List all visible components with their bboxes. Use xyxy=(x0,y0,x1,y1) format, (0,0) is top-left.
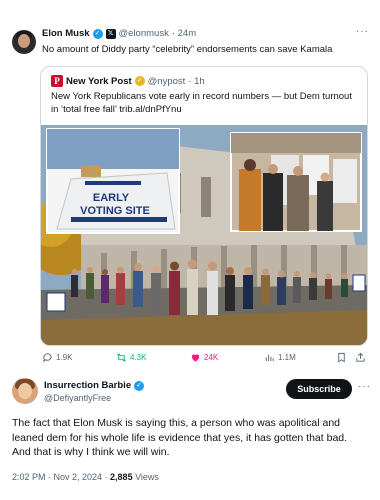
reply-author: Insurrection Barbie ✓ xyxy=(44,380,145,391)
quoted-author-handle: @nypost xyxy=(147,75,186,87)
bookmark-icon xyxy=(338,352,345,363)
reply-views-label: Views xyxy=(132,472,159,482)
tweet-card: Elon Musk ✓ 𝕏 @elonmusk · 24m ··· No amo… xyxy=(0,0,380,500)
reply-author-name[interactable]: Insurrection Barbie xyxy=(44,380,131,391)
reply-text: The fact that Elon Musk is saying this, … xyxy=(12,417,348,458)
share-icon xyxy=(356,352,365,362)
subscribe-button[interactable]: Subscribe xyxy=(286,379,352,399)
verified-icon: ✓ xyxy=(92,28,103,39)
more-icon[interactable]: ··· xyxy=(356,26,369,37)
quoted-tweet[interactable]: P New York Post ✓ @nypost · 1h New York … xyxy=(40,66,368,346)
like-icon xyxy=(191,354,200,362)
early-voting-photo: EARLY VOTING SITE xyxy=(41,125,367,345)
quoted-tweet-time: · 1h xyxy=(188,75,205,87)
quoted-tweet-photo[interactable]: EARLY VOTING SITE xyxy=(41,125,367,345)
sign-line-2: VOTING SITE xyxy=(80,205,150,217)
elon-avatar[interactable] xyxy=(12,30,36,54)
reply-button[interactable]: 1.9K xyxy=(42,352,72,363)
tweet-time[interactable]: · 24m xyxy=(172,28,196,39)
verified-icon: ✓ xyxy=(134,380,145,391)
reply-count: 1.9K xyxy=(56,353,73,362)
quoted-author-name[interactable]: New York Post xyxy=(66,76,132,87)
reply-icon xyxy=(43,353,52,363)
reply-views-count: 2,885 xyxy=(110,472,133,482)
reply-meta: 2:02 PM · Nov 2, 2024 · 2,885 Views xyxy=(12,472,159,482)
reply-author-handle[interactable]: @DefiyantlyFree xyxy=(44,393,111,403)
views-count: 1.1M xyxy=(278,353,296,362)
quoted-tweet-header: P New York Post ✓ @nypost · 1h xyxy=(51,75,205,87)
nypost-logo: P xyxy=(51,75,63,87)
repost-count: 4.3K xyxy=(130,353,147,362)
like-button[interactable]: 24K xyxy=(190,352,218,363)
action-bar: 1.9K 4.3K 24K 1.1M xyxy=(40,352,368,368)
quoted-tweet-text: New York Republicans vote early in recor… xyxy=(51,91,352,115)
like-count: 24K xyxy=(204,353,219,362)
views-icon xyxy=(265,354,274,362)
top-tweet-text: No amount of Diddy party “celebrity” end… xyxy=(42,44,333,55)
author-handle[interactable]: @elonmusk xyxy=(119,28,169,39)
reply-avatar[interactable] xyxy=(12,378,38,404)
views-button[interactable]: 1.1M xyxy=(264,352,296,363)
share-button[interactable] xyxy=(355,352,366,363)
reply-timestamp[interactable]: 2:02 PM · Nov 2, 2024 · xyxy=(12,472,110,482)
sign-line-1: EARLY xyxy=(93,192,130,204)
more-icon[interactable]: ··· xyxy=(358,381,371,392)
repost-button[interactable]: 4.3K xyxy=(116,352,146,363)
x-premium-icon: 𝕏 xyxy=(105,28,116,39)
bookmark-button[interactable] xyxy=(336,352,347,363)
repost-icon xyxy=(117,353,126,362)
top-tweet-author: Elon Musk ✓ 𝕏 @elonmusk · 24m xyxy=(42,28,196,39)
verified-icon: ✓ xyxy=(134,76,145,86)
author-name[interactable]: Elon Musk xyxy=(42,28,90,39)
